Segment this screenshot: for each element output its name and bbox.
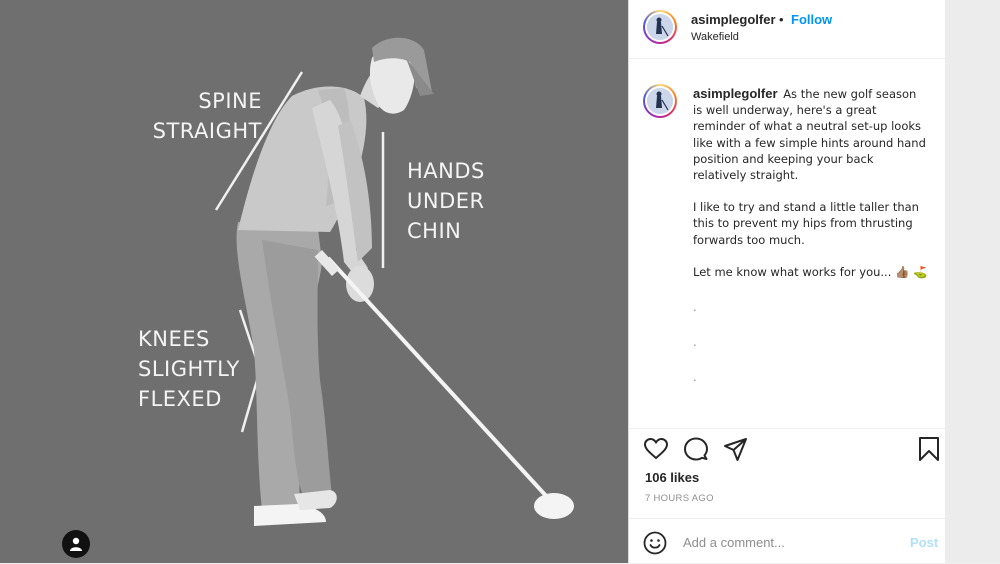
caption-dot: .	[693, 335, 697, 350]
caption-dot: .	[693, 370, 697, 385]
post-header: asimplegolfer • Follow Wakefield	[629, 0, 945, 59]
page-background-right	[944, 0, 1000, 563]
comment-icon[interactable]	[683, 436, 709, 462]
caption-dots: . . .	[693, 290, 928, 395]
emoji-icon[interactable]	[643, 531, 667, 555]
knees-slightly-flexed-label: KNEES SLIGHTLY FLEXED	[138, 327, 240, 411]
caption-avatar[interactable]	[643, 84, 677, 118]
separator-dot: •	[779, 12, 784, 27]
hands-under-chin-label: HANDS UNDER CHIN	[407, 159, 485, 243]
comment-row: Post	[629, 518, 945, 564]
caption-text: asimplegolfer As the new golf season is …	[693, 86, 928, 395]
user-tag-icon[interactable]	[62, 530, 90, 558]
comment-input[interactable]	[683, 532, 883, 552]
avatar[interactable]	[643, 10, 677, 44]
golfer-illustration	[214, 37, 574, 526]
spine-straight-label: SPINE STRAIGHT	[152, 89, 262, 143]
post-side-panel: asimplegolfer • Follow Wakefield asimple…	[628, 0, 945, 563]
caption-dot: .	[693, 300, 697, 315]
heart-icon[interactable]	[643, 436, 669, 462]
caption-paragraph-3: Let me know what works for you... 👍🏽 ⛳	[693, 264, 928, 279]
actions-divider	[629, 428, 945, 429]
bookmark-icon[interactable]	[916, 436, 942, 462]
post-comment-button[interactable]: Post	[910, 535, 938, 550]
share-icon[interactable]	[723, 436, 749, 462]
caption-username-link[interactable]: asimplegolfer	[693, 86, 778, 101]
caption-paragraph-2: I like to try and stand a little taller …	[693, 200, 919, 247]
caption-area[interactable]: asimplegolfer As the new golf season is …	[629, 74, 945, 424]
caption-paragraph-1: As the new golf season is well underway,…	[693, 87, 926, 183]
follow-button[interactable]: Follow	[791, 12, 832, 27]
post-timestamp[interactable]: 7 HOURS AGO	[645, 493, 714, 504]
likes-count[interactable]: 106 likes	[645, 470, 699, 485]
username-link[interactable]: asimplegolfer	[691, 12, 776, 27]
action-bar	[643, 436, 943, 464]
post-image[interactable]: SPINE STRAIGHT HANDS UNDER CHIN KNEES SL…	[0, 0, 628, 563]
location-link[interactable]: Wakefield	[691, 31, 739, 43]
